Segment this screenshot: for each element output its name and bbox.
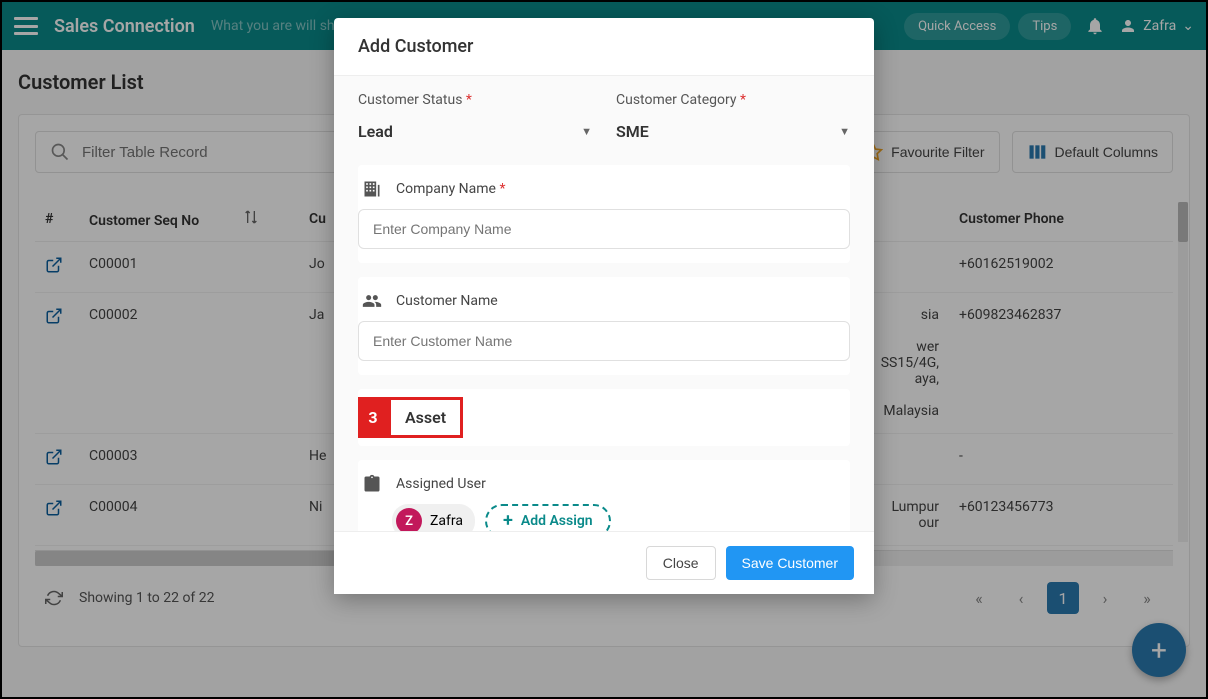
building-icon	[362, 179, 382, 199]
company-name-input[interactable]	[358, 209, 850, 249]
people-icon	[362, 291, 382, 311]
assigned-user-label: Assigned User	[396, 476, 486, 492]
plus-icon: +	[503, 512, 513, 530]
caret-down-icon: ▼	[839, 125, 850, 138]
add-assign-button[interactable]: + Add Assign	[485, 504, 611, 531]
company-label: Company Name *	[396, 181, 506, 197]
caret-down-icon: ▼	[581, 125, 592, 138]
assigned-user-chip[interactable]: Z Zafra	[392, 504, 475, 531]
customer-name-input[interactable]	[358, 321, 850, 361]
add-customer-modal: Add Customer Customer Status * Lead ▼ Cu…	[334, 18, 874, 594]
customer-name-label: Customer Name	[396, 293, 498, 309]
category-label: Customer Category *	[616, 92, 850, 108]
asset-section-button[interactable]: Asset	[388, 397, 463, 438]
modal-title: Add Customer	[334, 18, 874, 76]
status-label: Customer Status *	[358, 92, 592, 108]
save-customer-button[interactable]: Save Customer	[726, 546, 854, 580]
status-select[interactable]: Lead ▼	[358, 114, 592, 149]
assignment-icon	[362, 474, 382, 494]
callout-badge: 3	[358, 397, 388, 438]
category-select[interactable]: SME ▼	[616, 114, 850, 149]
avatar: Z	[396, 508, 422, 531]
close-button[interactable]: Close	[646, 546, 716, 580]
